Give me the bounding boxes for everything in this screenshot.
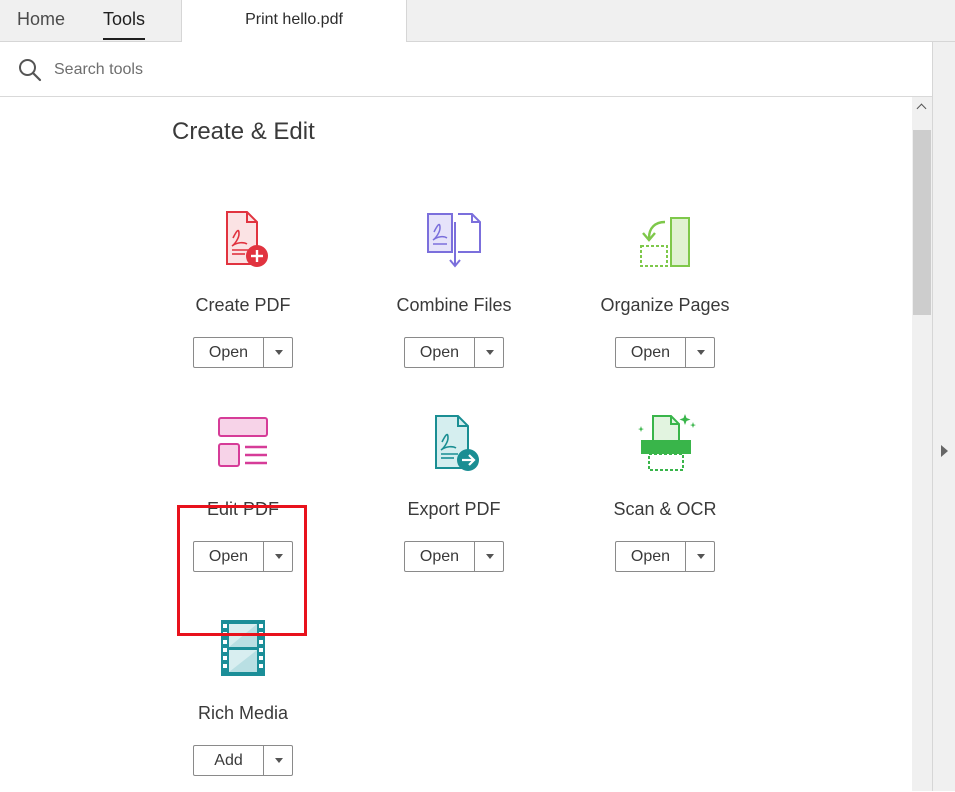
right-panel-toggle[interactable] xyxy=(932,42,955,791)
open-button[interactable]: Open xyxy=(405,542,475,571)
edit-pdf-icon[interactable] xyxy=(211,412,275,476)
tools-panel: Create & Edit Create PDF Open Combine Fi… xyxy=(0,97,912,791)
rich-media-icon[interactable] xyxy=(211,616,275,680)
scroll-up-icon[interactable] xyxy=(912,97,932,117)
scroll-thumb[interactable] xyxy=(913,130,931,315)
search-icon xyxy=(19,59,42,82)
top-nav-bar: Home Tools Print hello.pdf xyxy=(0,0,955,43)
add-button[interactable]: Add xyxy=(194,746,264,775)
expand-panel-icon[interactable] xyxy=(941,445,948,457)
tab-home[interactable]: Home xyxy=(17,0,65,41)
tool-edit-pdf: Edit PDF Open xyxy=(153,404,333,588)
tool-label: Edit PDF xyxy=(206,499,280,519)
tool-organize-pages: Organize Pages Open xyxy=(575,200,755,384)
dropdown-arrow-icon[interactable] xyxy=(264,746,292,775)
tool-label: Create PDF xyxy=(195,295,291,315)
combine-files-open-button: Open xyxy=(404,337,504,368)
tool-scan-ocr: Scan & OCR Open xyxy=(575,404,755,588)
tool-export-pdf: Export PDF Open xyxy=(364,404,544,588)
tool-label: Combine Files xyxy=(396,295,512,315)
dropdown-arrow-icon[interactable] xyxy=(475,542,503,571)
search-bar xyxy=(0,42,932,97)
create-pdf-open-button: Open xyxy=(193,337,293,368)
export-pdf-open-button: Open xyxy=(404,541,504,572)
search-input[interactable] xyxy=(54,56,654,84)
section-title: Create & Edit xyxy=(172,118,315,145)
export-pdf-icon[interactable] xyxy=(422,412,486,476)
dropdown-arrow-icon[interactable] xyxy=(264,542,292,571)
vertical-scrollbar[interactable] xyxy=(912,97,932,791)
create-pdf-icon[interactable] xyxy=(211,208,275,272)
open-button[interactable]: Open xyxy=(616,542,686,571)
open-button[interactable]: Open xyxy=(194,338,264,367)
tool-label: Rich Media xyxy=(197,703,289,723)
scan-ocr-open-button: Open xyxy=(615,541,715,572)
organize-pages-open-button: Open xyxy=(615,337,715,368)
open-button[interactable]: Open xyxy=(616,338,686,367)
tool-label: Export PDF xyxy=(407,499,501,519)
tool-combine-files: Combine Files Open xyxy=(364,200,544,384)
dropdown-arrow-icon[interactable] xyxy=(686,338,714,367)
tab-tools[interactable]: Tools xyxy=(103,0,146,41)
tool-rich-media: Rich Media Add xyxy=(153,608,333,792)
dropdown-arrow-icon[interactable] xyxy=(686,542,714,571)
open-button[interactable]: Open xyxy=(405,338,475,367)
tab-document[interactable]: Print hello.pdf xyxy=(181,0,407,43)
dropdown-arrow-icon[interactable] xyxy=(475,338,503,367)
rich-media-add-button: Add xyxy=(193,745,293,776)
organize-pages-icon[interactable] xyxy=(633,208,697,272)
combine-files-icon[interactable] xyxy=(422,208,486,272)
open-button[interactable]: Open xyxy=(194,542,264,571)
tool-create-pdf: Create PDF Open xyxy=(153,200,333,384)
dropdown-arrow-icon[interactable] xyxy=(264,338,292,367)
edit-pdf-open-button: Open xyxy=(193,541,293,572)
tool-label: Organize Pages xyxy=(600,295,730,315)
tool-label: Scan & OCR xyxy=(613,499,717,519)
scan-ocr-icon[interactable] xyxy=(633,412,697,476)
